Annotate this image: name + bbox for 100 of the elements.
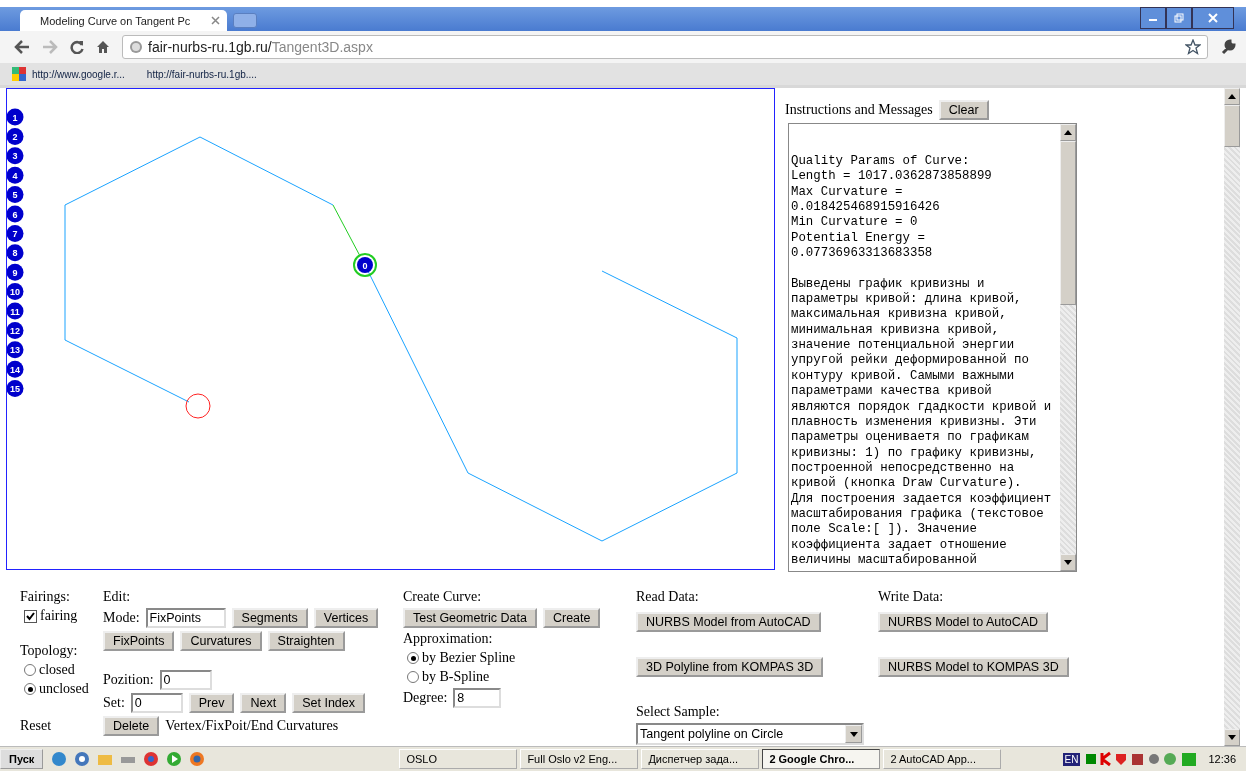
address-bar[interactable]: fair-nurbs-ru.1gb.ru/Tangent3D.aspx	[122, 35, 1208, 59]
mode-button[interactable]: Segments	[231, 608, 308, 628]
point-label: 4	[12, 170, 18, 181]
point-label: 6	[12, 209, 18, 220]
delete-button[interactable]: Delete	[103, 716, 160, 736]
home-icon[interactable]	[96, 40, 110, 54]
radio-button[interactable]	[24, 664, 36, 676]
export-button[interactable]: NURBS Model to AutoCAD	[878, 612, 1049, 632]
navigation-button[interactable]: Set Index	[292, 693, 365, 713]
browser-tab[interactable]: Modeling Curve on Tangent Pc	[20, 10, 227, 31]
message-line: упругой рейки деформированной по	[791, 353, 1030, 369]
delete-note: Vertex/FixPoit/End Curvatures	[165, 718, 339, 734]
message-line: Max Curvature =	[791, 184, 904, 201]
clear-button[interactable]: Clear	[938, 100, 989, 120]
point-label: 5	[12, 190, 18, 201]
point-marker	[185, 393, 211, 419]
language-indicator[interactable]: EN	[1062, 752, 1081, 766]
wrench-icon[interactable]	[1220, 39, 1236, 55]
field-label: Degree:	[403, 690, 448, 706]
point-label: 10	[10, 287, 20, 298]
drawing-canvas[interactable]: 0 1 2 3 4 5 6 7 8 9 10 11 12 13 14 15	[6, 88, 775, 570]
point-label: 14	[10, 364, 20, 375]
point-number-marker	[7, 147, 24, 165]
import-button[interactable]: NURBS Model from AutoCAD	[636, 612, 821, 632]
mode-button[interactable]: Straighten	[267, 631, 345, 651]
sample-dropdown[interactable]: Tangent polyline on Circle	[636, 723, 864, 745]
point-label: 3	[12, 151, 18, 162]
field-label: Mode:	[103, 610, 140, 626]
mode-button[interactable]: Vertices	[313, 608, 379, 628]
scrollbar[interactable]	[1224, 88, 1240, 746]
start-button[interactable]: Пуск	[0, 749, 44, 769]
message-line: величины масштабированной	[791, 552, 978, 569]
export-button[interactable]: NURBS Model to KOMPAS 3D	[878, 657, 1069, 677]
create-button[interactable]: Test Geometric Data	[403, 608, 537, 628]
point-number-marker	[7, 380, 24, 398]
taskbar-button[interactable]: Full Oslo v2 Eng...	[520, 749, 639, 769]
radio-button[interactable]	[24, 683, 36, 695]
section-label: Approximation:	[403, 631, 493, 647]
mode-button[interactable]: Curvatures	[180, 631, 262, 651]
message-line: плавность изменения кривизны. Эти	[791, 414, 1038, 431]
point-label: 8	[12, 248, 18, 259]
import-button[interactable]: 3D Polyline from KOMPAS 3D	[636, 657, 824, 677]
message-line: контуру кривой. Самыми важными	[791, 368, 1016, 384]
bookmark-link[interactable]: http://fair-nurbs-ru.1gb....	[146, 68, 257, 80]
message-line: кривизны: 1) по графику кривизны,	[791, 445, 1038, 461]
bookmark-link[interactable]: http://www.google.r...	[32, 68, 125, 80]
close-icon[interactable]	[211, 16, 220, 25]
point-number-marker	[7, 321, 24, 339]
reload-icon[interactable]	[70, 40, 84, 54]
star-icon[interactable]	[1185, 39, 1201, 55]
mode-button[interactable]: FixPoints	[103, 631, 175, 651]
scrollbar[interactable]	[1060, 124, 1076, 571]
message-line: Min Curvature = 0	[791, 215, 919, 231]
back-icon[interactable]	[14, 40, 30, 54]
message-line: Length = 1017.0362873858899	[791, 169, 993, 185]
point-label: 13	[10, 345, 20, 356]
close-button[interactable]	[1192, 7, 1234, 29]
mode-field[interactable]: FixPoints	[145, 608, 226, 628]
scroll-up-icon[interactable]	[1064, 130, 1072, 135]
point-label: 2	[12, 131, 18, 142]
current-point-marker	[353, 253, 377, 277]
section-label: Topology:	[20, 643, 78, 659]
message-line: минимальная кривизна кривой,	[791, 322, 1001, 338]
messages-text-area[interactable]	[788, 123, 1077, 572]
radio-button[interactable]	[407, 671, 419, 683]
set-field[interactable]: 0	[130, 693, 183, 713]
restore-button[interactable]	[1166, 7, 1192, 29]
taskbar-button[interactable]: 2 Google Chro...	[762, 749, 881, 769]
degree-field[interactable]: 8	[453, 688, 502, 708]
create-button[interactable]: Create	[542, 608, 601, 628]
navigation-button[interactable]: Prev	[188, 693, 235, 713]
point-number-marker	[7, 283, 24, 301]
section-label: Read Data:	[636, 589, 699, 605]
scroll-up-icon[interactable]	[1228, 94, 1236, 99]
radio-button[interactable]	[407, 652, 419, 664]
point-number-marker	[7, 341, 24, 359]
scroll-down-icon[interactable]	[1064, 560, 1072, 565]
message-line: 0.07736963313683358	[791, 246, 934, 262]
taskbar-button[interactable]: 2 AutoCAD App...	[883, 749, 1002, 769]
media-player-icon[interactable]	[166, 751, 183, 767]
message-line: построенной непосредственно на	[791, 460, 1016, 476]
point-label: 7	[12, 228, 18, 239]
minimize-button[interactable]	[1140, 7, 1166, 29]
checkbox[interactable]	[24, 609, 37, 623]
option-label: unclosed	[39, 681, 89, 697]
message-line: Для построения задается коэффициент	[791, 491, 1053, 507]
option-label: closed	[39, 662, 75, 678]
section-label: Reset	[20, 718, 52, 734]
scrollbar-thumb[interactable]	[1060, 141, 1076, 305]
scrollbar-thumb[interactable]	[1224, 105, 1240, 147]
taskbar-button[interactable]: OSLO	[399, 749, 518, 769]
clock: 12:36	[1208, 753, 1236, 765]
message-line: Выведены график кривизны и	[791, 276, 986, 292]
position-field[interactable]: 0	[159, 670, 212, 690]
taskbar-button[interactable]: Диспетчер зада...	[641, 749, 760, 769]
point-number-marker	[7, 302, 24, 320]
point-label: 15	[10, 384, 20, 395]
navigation-button[interactable]: Next	[240, 693, 287, 713]
scroll-down-icon[interactable]	[1228, 735, 1236, 740]
point-number-marker	[7, 224, 24, 242]
